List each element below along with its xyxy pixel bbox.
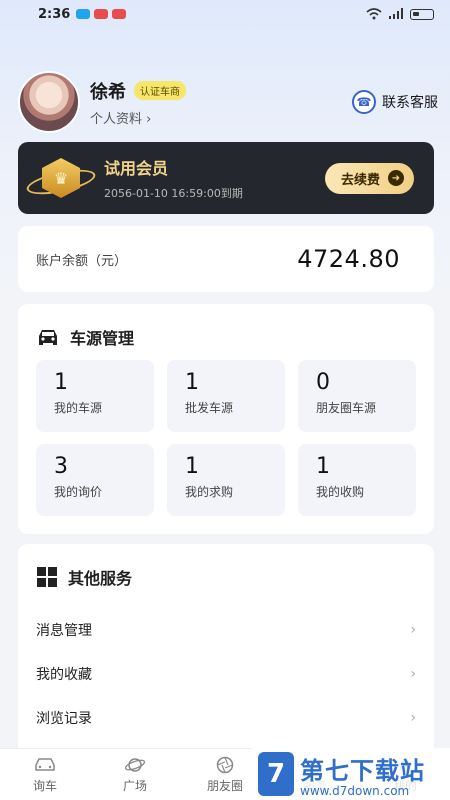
profile-info: 徐希 认证车商 个人资料 › <box>90 78 186 127</box>
list-item-history[interactable]: 浏览记录 › <box>18 696 434 740</box>
car-icon <box>39 330 57 345</box>
tile-count: 3 <box>54 454 68 479</box>
tile-label: 我的收购 <box>316 485 365 499</box>
vip-info: 试用会员 2056-01-10 16:59:00到期 <box>104 155 243 201</box>
renew-button[interactable]: 去续费 ➜ <box>324 162 414 194</box>
profile-link-label: 个人资料 <box>90 111 143 127</box>
watermark-url: www.d7down.com <box>300 783 410 798</box>
other-card-header: 其他服务 <box>18 544 434 592</box>
tile-count: 1 <box>185 370 199 395</box>
contact-service-button[interactable]: ☎ 联系客服 <box>352 90 438 114</box>
status-app-icon <box>112 9 127 19</box>
site-watermark: 7 第七下载站 www.d7down.com <box>252 748 450 800</box>
other-services-card: 其他服务 消息管理 › 我的收藏 › 浏览记录 › <box>18 544 434 764</box>
tab-label: 询车 <box>32 778 57 793</box>
arrow-right-icon: ➜ <box>388 170 404 186</box>
crown-emblem-icon: ♛ <box>18 142 104 214</box>
aperture-icon <box>214 756 236 774</box>
car-icon <box>34 756 56 774</box>
tile-label: 我的车源 <box>54 401 103 415</box>
headset-icon: ☎ <box>352 90 376 114</box>
tile-label: 我的求购 <box>185 485 234 499</box>
renew-label: 去续费 <box>340 172 380 188</box>
status-indicators <box>366 8 434 20</box>
vip-expire-date: 2056-01-10 16:59:00到期 <box>104 187 243 200</box>
chevron-right-icon: › <box>410 666 416 682</box>
watermark-text: 第七下载站 www.d7down.com <box>300 751 425 798</box>
list-item-label: 浏览记录 <box>36 711 92 727</box>
tile-count: 1 <box>185 454 199 479</box>
tab-square[interactable]: 广场 <box>90 749 180 800</box>
wifi-icon <box>366 8 382 20</box>
tile-count: 1 <box>54 370 68 395</box>
tile-wholesale-vehicles[interactable]: 1 批发车源 <box>167 360 285 432</box>
watermark-title: 第七下载站 <box>300 756 425 785</box>
grid-icon <box>37 567 57 587</box>
list-item-favorites[interactable]: 我的收藏 › <box>18 652 434 696</box>
tab-label: 广场 <box>122 778 147 793</box>
balance-label: 账户余额（元） <box>36 253 128 269</box>
contact-service-label: 联系客服 <box>382 95 438 111</box>
vehicle-grid: 1 我的车源 1 批发车源 0 朋友圈车源 3 我的询价 1 我的求购 1 我的… <box>36 360 416 516</box>
vehicle-card-title: 车源管理 <box>70 329 135 348</box>
chevron-right-icon: › <box>410 622 416 638</box>
tile-label: 我的询价 <box>54 485 103 499</box>
profile-link[interactable]: 个人资料 › <box>90 108 186 127</box>
tile-count: 1 <box>316 454 330 479</box>
avatar[interactable] <box>18 71 80 133</box>
chevron-right-icon: › <box>146 111 152 127</box>
vehicle-management-card: 车源管理 1 我的车源 1 批发车源 0 朋友圈车源 3 我的询价 1 我的求购… <box>18 304 434 534</box>
status-app-icon <box>76 9 91 19</box>
vehicle-card-header: 车源管理 <box>18 304 434 352</box>
tile-my-requests[interactable]: 1 我的求购 <box>167 444 285 516</box>
battery-icon <box>410 8 434 20</box>
vip-title: 试用会员 <box>104 159 169 178</box>
status-app-icon <box>94 9 109 19</box>
tile-moments-vehicles[interactable]: 0 朋友圈车源 <box>298 360 416 432</box>
watermark-logo-icon: 7 <box>258 752 294 796</box>
status-bar: 2:36 <box>0 0 450 28</box>
tile-my-vehicles[interactable]: 1 我的车源 <box>36 360 154 432</box>
planet-icon <box>124 756 146 774</box>
list-item-label: 消息管理 <box>36 623 92 639</box>
tab-inquiry[interactable]: 询车 <box>0 749 90 800</box>
balance-value: 4724.80 <box>297 245 400 273</box>
certified-dealer-badge: 认证车商 <box>134 81 186 100</box>
balance-card: 账户余额（元） 4724.80 <box>18 226 434 292</box>
tab-label: 朋友圈 <box>206 778 243 793</box>
tile-my-inquiries[interactable]: 3 我的询价 <box>36 444 154 516</box>
name-row: 徐希 认证车商 <box>90 78 186 104</box>
profile-header: 徐希 认证车商 个人资料 › ☎ 联系客服 <box>18 71 438 133</box>
vip-membership-card: ♛ 试用会员 2056-01-10 16:59:00到期 去续费 ➜ <box>18 142 434 214</box>
other-card-title: 其他服务 <box>68 569 133 588</box>
chevron-right-icon: › <box>410 710 416 726</box>
tile-label: 批发车源 <box>185 401 234 415</box>
tile-my-purchases[interactable]: 1 我的收购 <box>298 444 416 516</box>
list-item-label: 我的收藏 <box>36 667 92 683</box>
user-name: 徐希 <box>90 81 126 103</box>
tile-label: 朋友圈车源 <box>316 401 377 415</box>
status-time: 2:36 <box>38 6 71 22</box>
tile-count: 0 <box>316 370 330 395</box>
signal-icon <box>389 8 403 19</box>
services-list: 消息管理 › 我的收藏 › 浏览记录 › <box>18 608 434 740</box>
list-item-messages[interactable]: 消息管理 › <box>18 608 434 652</box>
